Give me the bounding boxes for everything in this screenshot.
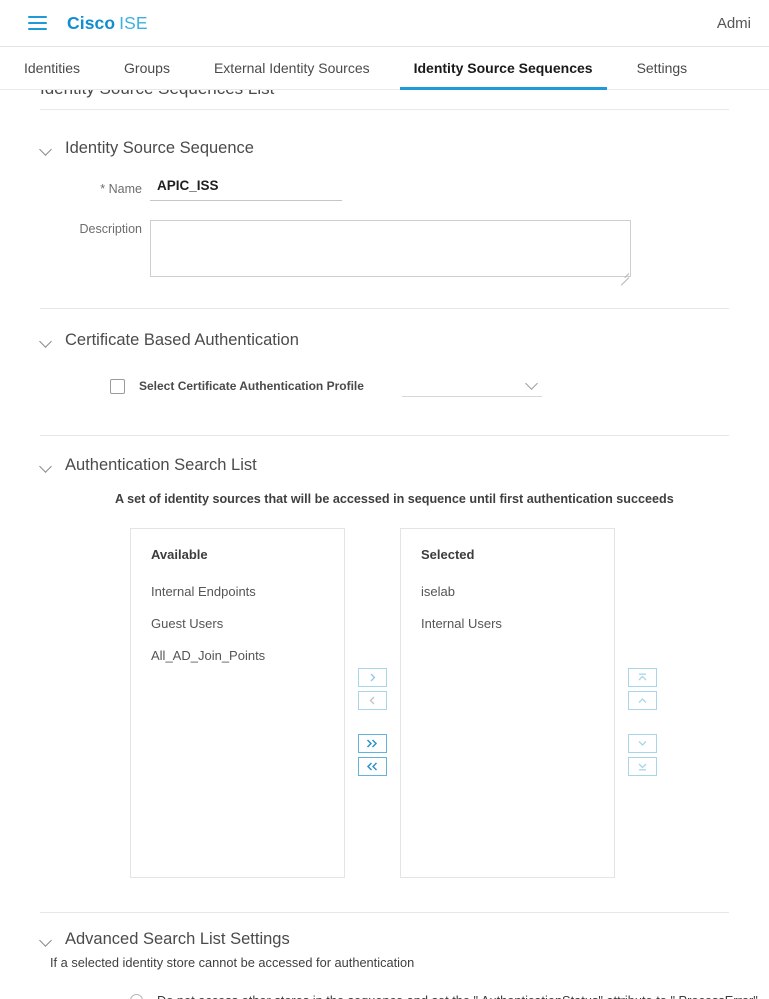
tab-settings[interactable]: Settings (623, 47, 702, 89)
reorder-button-group (615, 528, 670, 780)
chevron-down-icon (525, 377, 538, 390)
move-right-button[interactable] (358, 668, 387, 687)
name-label: * Name (40, 176, 150, 196)
move-to-top-button[interactable] (628, 668, 657, 687)
name-label-text: Name (108, 182, 142, 196)
brand-ise: ISE (119, 12, 148, 33)
dual-list-container: Available Internal Endpoints Guest Users… (40, 528, 729, 878)
tab-identity-source-sequences[interactable]: Identity Source Sequences (399, 47, 607, 90)
chevron-down-icon (40, 936, 53, 944)
hamburger-bar (28, 22, 47, 24)
certificate-authentication-profile-select[interactable] (401, 375, 542, 397)
advanced-settings-subtitle: If a selected identity store cannot be a… (50, 955, 415, 970)
process-error-radio[interactable] (130, 994, 143, 999)
brand-cisco: Cisco (67, 12, 116, 33)
tab-label: Settings (636, 60, 688, 76)
chevron-down-icon (40, 462, 53, 470)
name-input[interactable] (150, 176, 342, 201)
tab-label: Identities (24, 60, 81, 76)
description-textarea[interactable] (150, 220, 631, 277)
section-title: Identity Source Sequence (65, 139, 254, 157)
select-certificate-profile-label: Select Certificate Authentication Profil… (139, 379, 364, 393)
tab-label: External Identity Sources (213, 60, 370, 76)
list-item[interactable]: Internal Users (421, 616, 614, 631)
list-item[interactable]: Guest Users (151, 616, 344, 631)
description-field-row: Description (40, 220, 729, 282)
move-left-button[interactable] (358, 691, 387, 710)
hamburger-bar (28, 28, 47, 30)
selected-list-title: Selected (421, 547, 475, 562)
search-list-description: A set of identity sources that will be a… (115, 492, 674, 506)
section-header-identity-source-sequence[interactable]: Identity Source Sequence (40, 139, 729, 158)
section-advanced-search-list-settings: Advanced Search List Settings If a selec… (0, 913, 769, 999)
section-title: Certificate Based Authentication (65, 331, 299, 349)
main-content: Identity Source Sequence * Name Descript… (0, 110, 769, 999)
top-bar: Cisco ISE Admi (0, 0, 769, 47)
advanced-option-row: Do not access other stores in the sequen… (40, 993, 758, 999)
hamburger-bar (28, 16, 47, 18)
move-to-bottom-button[interactable] (628, 757, 657, 776)
section-certificate-based-authentication: Certificate Based Authentication Select … (0, 309, 769, 397)
section-authentication-search-list: Authentication Search List A set of iden… (0, 436, 769, 878)
required-marker: * (100, 182, 106, 196)
process-error-label: Do not access other stores in the sequen… (157, 993, 758, 999)
page-title: Identity Source Sequences List (0, 90, 769, 105)
transfer-button-group (345, 528, 400, 780)
list-item[interactable]: All_AD_Join_Points (151, 648, 344, 663)
available-list-title: Available (151, 547, 208, 562)
available-list[interactable]: Available Internal Endpoints Guest Users… (130, 528, 345, 878)
move-up-button[interactable] (628, 691, 657, 710)
list-item[interactable]: Internal Endpoints (151, 584, 344, 599)
description-label-text: Description (79, 222, 142, 236)
move-down-button[interactable] (628, 734, 657, 753)
page-title-text: Identity Source Sequences List (40, 90, 274, 99)
chevron-down-icon (40, 337, 53, 345)
section-identity-source-sequence: Identity Source Sequence * Name Descript… (0, 110, 769, 282)
brand-logo[interactable]: Cisco ISE (67, 13, 148, 34)
tab-label: Identity Source Sequences (413, 60, 593, 76)
chevron-down-icon (40, 145, 53, 153)
list-item[interactable]: iselab (421, 584, 614, 599)
admin-menu-label[interactable]: Admi (717, 15, 751, 32)
section-header-certificate-based-authentication[interactable]: Certificate Based Authentication (40, 331, 729, 350)
hamburger-icon[interactable] (28, 16, 47, 30)
section-header-authentication-search-list[interactable]: Authentication Search List (40, 456, 729, 475)
name-field-row: * Name (40, 176, 729, 201)
tab-groups[interactable]: Groups (110, 47, 184, 89)
certificate-profile-row: Select Certificate Authentication Profil… (40, 375, 729, 397)
tab-identities[interactable]: Identities (24, 47, 94, 89)
select-certificate-profile-checkbox[interactable] (110, 378, 125, 394)
description-label: Description (40, 220, 150, 236)
section-header-advanced-search-list-settings[interactable]: Advanced Search List Settings (40, 930, 729, 949)
section-title: Authentication Search List (65, 456, 257, 474)
move-all-right-button[interactable] (358, 734, 387, 753)
selected-list[interactable]: Selected iselab Internal Users (400, 528, 615, 878)
description-textarea-wrapper (150, 220, 631, 282)
tab-external-identity-sources[interactable]: External Identity Sources (200, 47, 384, 89)
move-all-left-button[interactable] (358, 757, 387, 776)
section-title: Advanced Search List Settings (65, 930, 290, 948)
tab-label: Groups (124, 60, 170, 76)
tab-bar: Identities Groups External Identity Sour… (0, 47, 769, 90)
